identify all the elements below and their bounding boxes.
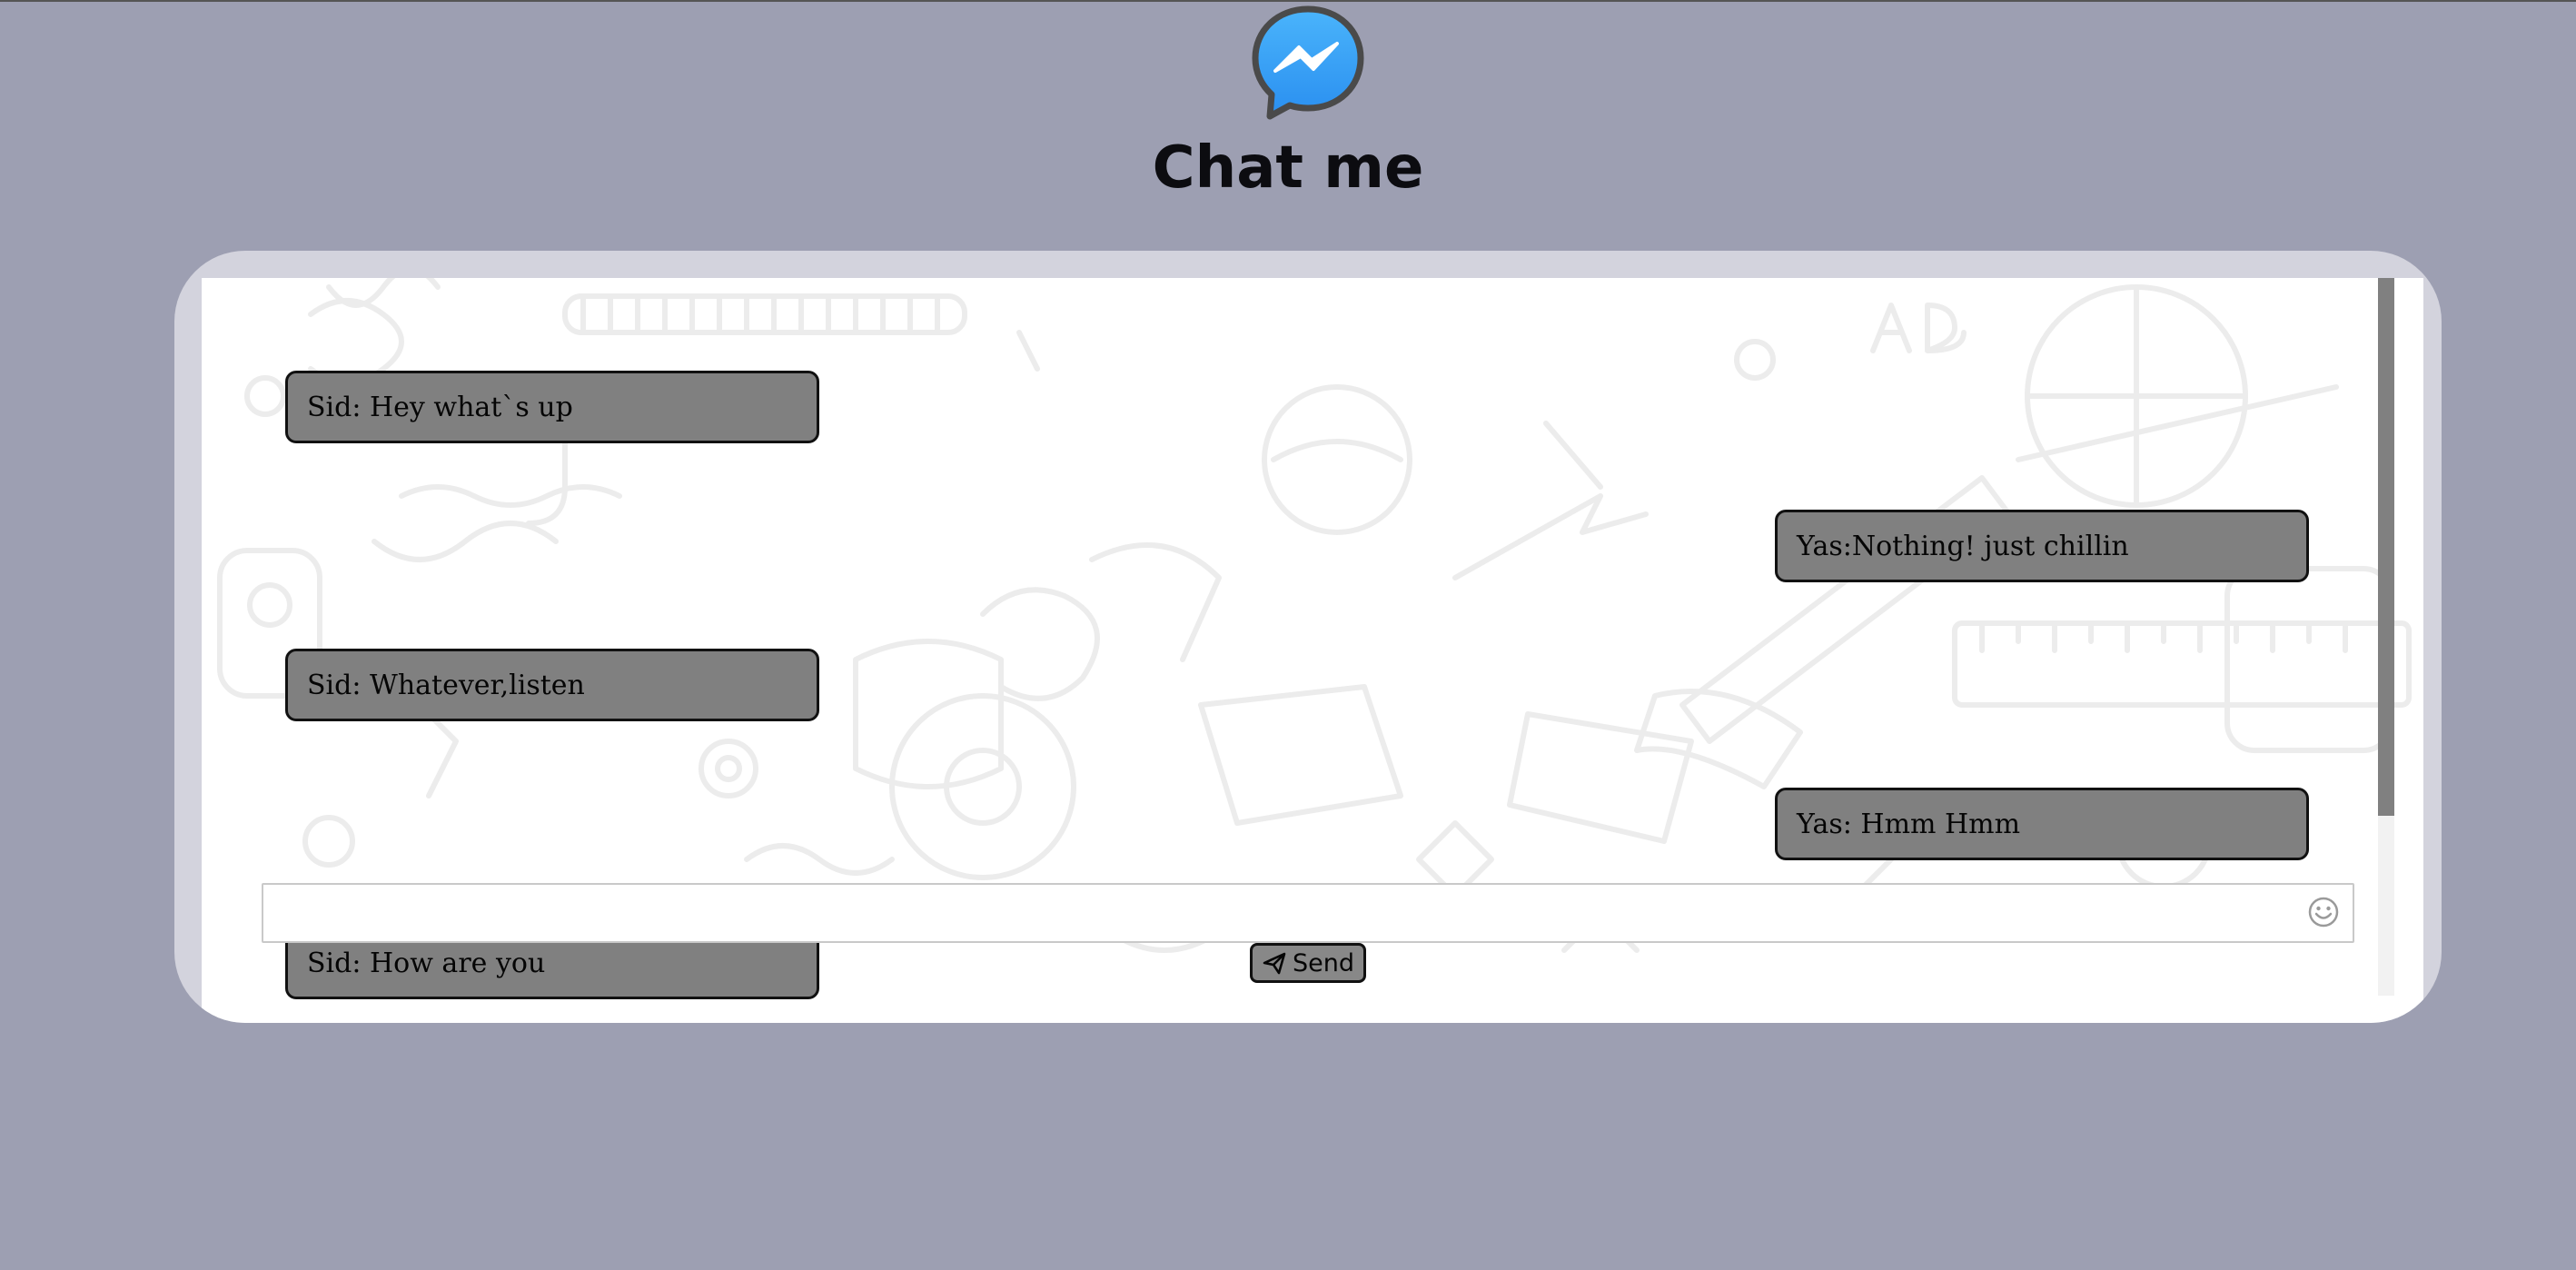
paper-plane-icon	[1263, 952, 1286, 975]
send-button-label: Send	[1292, 948, 1354, 977]
message-bubble: Yas:Nothing! just chillin	[1775, 510, 2309, 582]
top-border	[0, 0, 2576, 2]
message-input[interactable]	[262, 883, 2354, 943]
send-button[interactable]: Send	[1250, 943, 1366, 983]
smiley-icon[interactable]	[2307, 896, 2340, 928]
messenger-icon	[1252, 5, 1364, 120]
chat-scrollbar[interactable]	[2378, 278, 2394, 996]
scrollbar-thumb[interactable]	[2378, 278, 2394, 816]
message-bubble: Yas: Hmm Hmm	[1775, 788, 2309, 860]
page-title: Chat me	[1152, 134, 1424, 202]
message-bubble: Sid: Hey what`s up	[285, 371, 819, 443]
message-bubble: Sid: Whatever,listen	[285, 649, 819, 721]
